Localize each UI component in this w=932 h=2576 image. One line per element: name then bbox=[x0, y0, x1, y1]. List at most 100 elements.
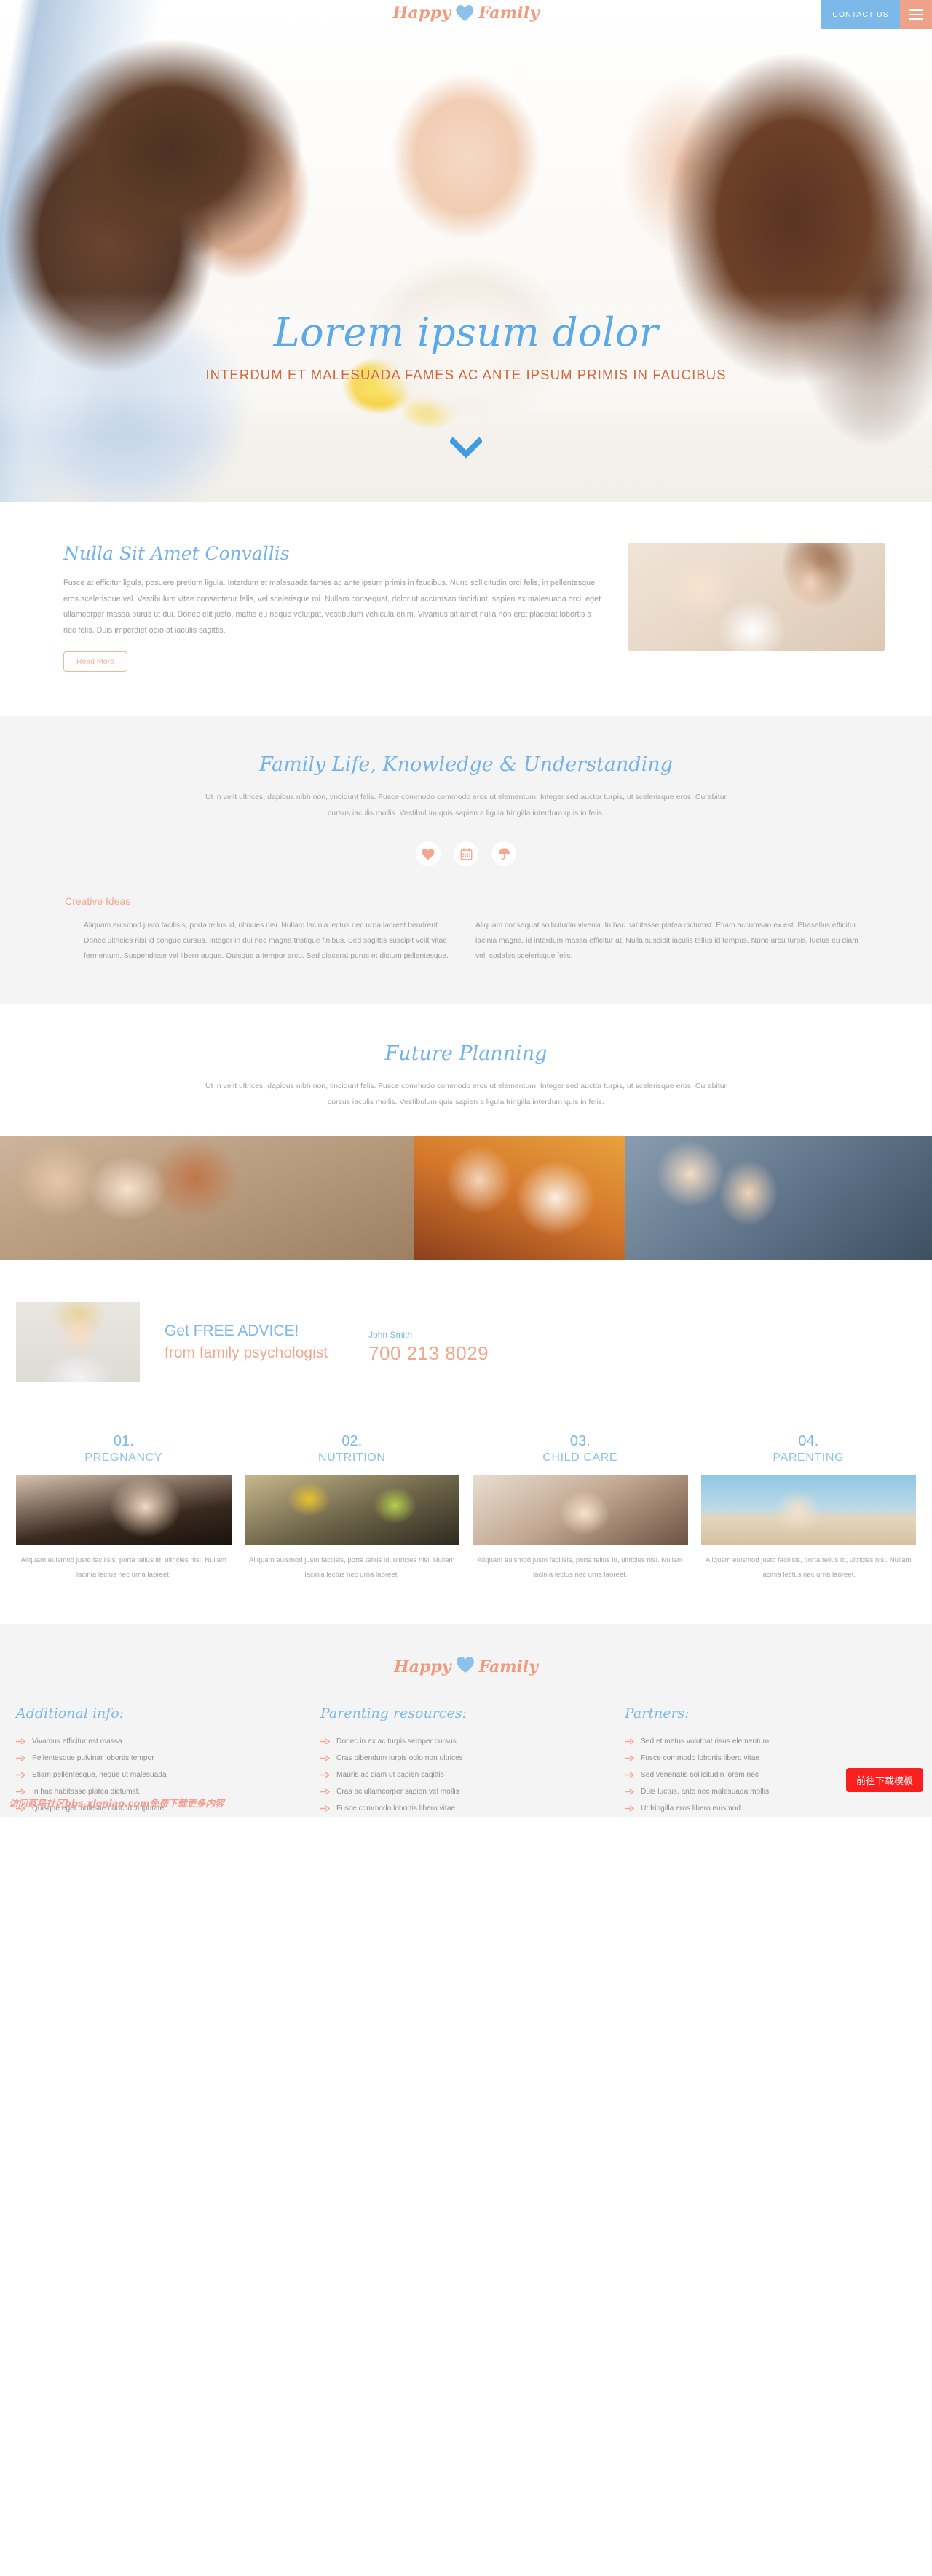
family-life-lead: Ut in velit ultrices, dapibus nibh non, … bbox=[205, 793, 727, 818]
psychologist-photo bbox=[16, 1302, 140, 1383]
photo-gallery bbox=[0, 1136, 932, 1261]
gallery-image-1 bbox=[0, 1136, 414, 1261]
footer-link[interactable]: Sed et metus volutpat risus elementum bbox=[625, 1733, 916, 1750]
footer-link[interactable]: Vivamus efficitur est massa bbox=[16, 1733, 307, 1750]
site-footer: Happy Family Additional info: Vivamus ef… bbox=[0, 1623, 932, 1817]
footer-link[interactable]: Pellentesque pulvinar lobortis tempor bbox=[16, 1750, 307, 1767]
arrow-right-icon bbox=[320, 1738, 331, 1745]
intro-grid: Nulla Sit Amet Convallis Fusce at effici… bbox=[47, 543, 885, 673]
footer-link-label: Cras ac ullamcorper sapien vel mollis bbox=[336, 1787, 459, 1796]
footer-column-parenting-resources: Parenting resources: Donec in ex ac turp… bbox=[320, 1705, 612, 1817]
site-logo[interactable]: Happy Family bbox=[392, 4, 539, 23]
download-template-button[interactable]: 前往下载模板 bbox=[845, 1767, 923, 1792]
footer-link-label: In hac habitasse platea dictumst. bbox=[32, 1787, 141, 1796]
heart-icon[interactable] bbox=[416, 841, 441, 867]
contact-phone-number[interactable]: 700 213 8029 bbox=[368, 1342, 489, 1365]
family-life-two-columns: Creative Ideas Aliquam euismod justo fac… bbox=[47, 895, 885, 964]
footer-link-label: Etiam pellentesque, neque ut malesuada bbox=[32, 1770, 167, 1779]
contact-person-name: John Smith bbox=[368, 1329, 413, 1340]
category-caption: Aliquam euismod justo facilisis, porta t… bbox=[477, 1556, 684, 1579]
footer-link[interactable]: Cras bibendum turpis odio non ultrices bbox=[320, 1750, 612, 1767]
future-planning-lead: Ut in velit ultrices, dapibus nibh non, … bbox=[205, 1082, 727, 1107]
footer-link-label: Sed venenatis sollicitudin lorem nec bbox=[641, 1770, 759, 1779]
family-life-section: Family Life, Knowledge & Understanding U… bbox=[0, 716, 932, 1005]
right-column-body: Aliquam consequat sollicitudin viverra. … bbox=[475, 922, 858, 960]
family-life-wrapper: Family Life, Knowledge & Understanding U… bbox=[47, 753, 885, 964]
category-number: 03. bbox=[569, 1433, 591, 1450]
logo-text-happy: Happy bbox=[392, 4, 451, 23]
category-image bbox=[244, 1475, 459, 1545]
category-number: 01. bbox=[113, 1433, 134, 1450]
intro-photo bbox=[628, 543, 885, 651]
contact-us-button[interactable]: CONTACT US bbox=[821, 0, 900, 29]
footer-logo-text-happy: Happy bbox=[393, 1657, 451, 1676]
footer-column-heading: Parenting resources: bbox=[320, 1705, 467, 1721]
future-planning-wrapper: Future Planning Ut in velit ultrices, da… bbox=[47, 1042, 885, 1110]
footer-logo[interactable]: Happy Family bbox=[0, 1656, 932, 1678]
footer-link-label: Mauris ac diam ut sapien sagittis bbox=[336, 1770, 444, 1779]
footer-link[interactable]: Donec in ex ac turpis semper cursus bbox=[320, 1733, 612, 1750]
advice-content: Get FREE ADVICE! from family psychologis… bbox=[165, 1320, 489, 1365]
arrow-right-icon bbox=[320, 1805, 331, 1812]
footer-link[interactable]: Fusce commodo lobortis libero vitae bbox=[625, 1750, 916, 1767]
family-life-heading: Family Life, Knowledge & Understanding bbox=[259, 753, 673, 777]
menu-bar-3 bbox=[909, 18, 923, 20]
hero-section: Happy Family CONTACT US Lorem ipsum dolo… bbox=[0, 0, 932, 502]
watermark-text: 访问蓝鸟社区bbs.xleniao.com免费下载更多内容 bbox=[9, 1798, 224, 1810]
hero-text-block: Lorem ipsum dolor INTERDUM ET MALESUADA … bbox=[0, 309, 932, 383]
arrow-right-icon bbox=[320, 1788, 331, 1795]
creative-ideas-heading: Creative Ideas bbox=[65, 895, 131, 908]
intro-section: Nulla Sit Amet Convallis Fusce at effici… bbox=[0, 502, 932, 716]
chevron-down-icon[interactable] bbox=[449, 437, 483, 459]
creative-ideas-body: Aliquam euismod justo facilisis, porta t… bbox=[84, 922, 449, 960]
advice-section: Get FREE ADVICE! from family psychologis… bbox=[0, 1260, 932, 1421]
footer-link[interactable]: Cras ac ullamcorper sapien vel mollis bbox=[320, 1783, 612, 1800]
arrow-right-icon bbox=[625, 1772, 635, 1778]
gallery-image-2 bbox=[414, 1136, 625, 1261]
arrow-right-icon bbox=[625, 1788, 635, 1795]
category-number: 02. bbox=[341, 1433, 363, 1450]
calendar-icon[interactable] bbox=[454, 841, 478, 867]
footer-link-label: Cras bibendum turpis odio non ultrices bbox=[336, 1753, 463, 1762]
footer-link[interactable]: Mauris ac diam ut sapien sagittis bbox=[320, 1767, 612, 1783]
menu-bar-1 bbox=[909, 9, 923, 11]
footer-link[interactable]: Ut fringilla eros libero euismod bbox=[625, 1800, 916, 1817]
top-navigation-bar: Happy Family CONTACT US bbox=[0, 0, 932, 29]
hamburger-menu-icon[interactable] bbox=[900, 0, 932, 29]
category-card[interactable]: 03. CHILD CARE Aliquam euismod justo fac… bbox=[473, 1433, 688, 1581]
gallery-image-3 bbox=[625, 1136, 932, 1261]
arrow-right-icon bbox=[320, 1755, 331, 1761]
arrow-right-icon bbox=[625, 1805, 635, 1812]
umbrella-icon[interactable] bbox=[491, 841, 516, 867]
categories-section: 01. PREGNANCY Aliquam euismod justo faci… bbox=[0, 1420, 932, 1624]
right-text-column: Aliquam consequat sollicitudin viverra. … bbox=[475, 895, 867, 964]
category-caption: Aliquam euismod justo facilisis, porta t… bbox=[705, 1556, 912, 1579]
read-more-button[interactable]: Read More bbox=[63, 651, 127, 673]
footer-link-label: Fusce commodo lobortis libero vitae bbox=[641, 1753, 760, 1762]
category-title: CHILD CARE bbox=[542, 1451, 618, 1465]
footer-column-partners: Partners: Sed et metus volutpat risus el… bbox=[625, 1705, 916, 1817]
advice-headline-block: Get FREE ADVICE! from family psychologis… bbox=[165, 1320, 328, 1365]
footer-link-label: Duis luctus, ante nec malesuada mollis bbox=[641, 1787, 770, 1796]
advice-contact-block: John Smith 700 213 8029 bbox=[368, 1330, 489, 1365]
footer-link[interactable]: Fusce commodo lobortis libero vitae bbox=[320, 1800, 612, 1817]
footer-link-label: Pellentesque pulvinar lobortis tempor bbox=[32, 1753, 154, 1762]
advice-row: Get FREE ADVICE! from family psychologis… bbox=[0, 1302, 932, 1383]
footer-link[interactable]: Etiam pellentesque, neque ut malesuada bbox=[16, 1767, 307, 1783]
footer-logo-text-family: Family bbox=[478, 1657, 539, 1676]
category-card[interactable]: 02. NUTRITION Aliquam euismod justo faci… bbox=[244, 1433, 459, 1581]
category-title: NUTRITION bbox=[317, 1451, 386, 1465]
arrow-right-icon bbox=[16, 1788, 26, 1795]
arrow-right-icon bbox=[625, 1755, 635, 1761]
category-title: PREGNANCY bbox=[84, 1451, 163, 1465]
hero-subtitle: INTERDUM ET MALESUADA FAMES AC ANTE IPSU… bbox=[205, 367, 727, 382]
category-card[interactable]: 01. PREGNANCY Aliquam euismod justo faci… bbox=[16, 1433, 232, 1581]
footer-link-label: Fusce commodo lobortis libero vitae bbox=[336, 1804, 456, 1812]
footer-link-label: Ut fringilla eros libero euismod bbox=[641, 1804, 741, 1812]
category-caption: Aliquam euismod justo facilisis, porta t… bbox=[20, 1556, 227, 1579]
intro-heading: Nulla Sit Amet Convallis bbox=[63, 543, 290, 564]
category-card[interactable]: 04. PARENTING Aliquam euismod justo faci… bbox=[700, 1433, 916, 1581]
categories-row: 01. PREGNANCY Aliquam euismod justo faci… bbox=[0, 1433, 932, 1581]
hero-title: Lorem ipsum dolor bbox=[273, 309, 659, 355]
footer-column-heading: Additional info: bbox=[16, 1705, 125, 1721]
